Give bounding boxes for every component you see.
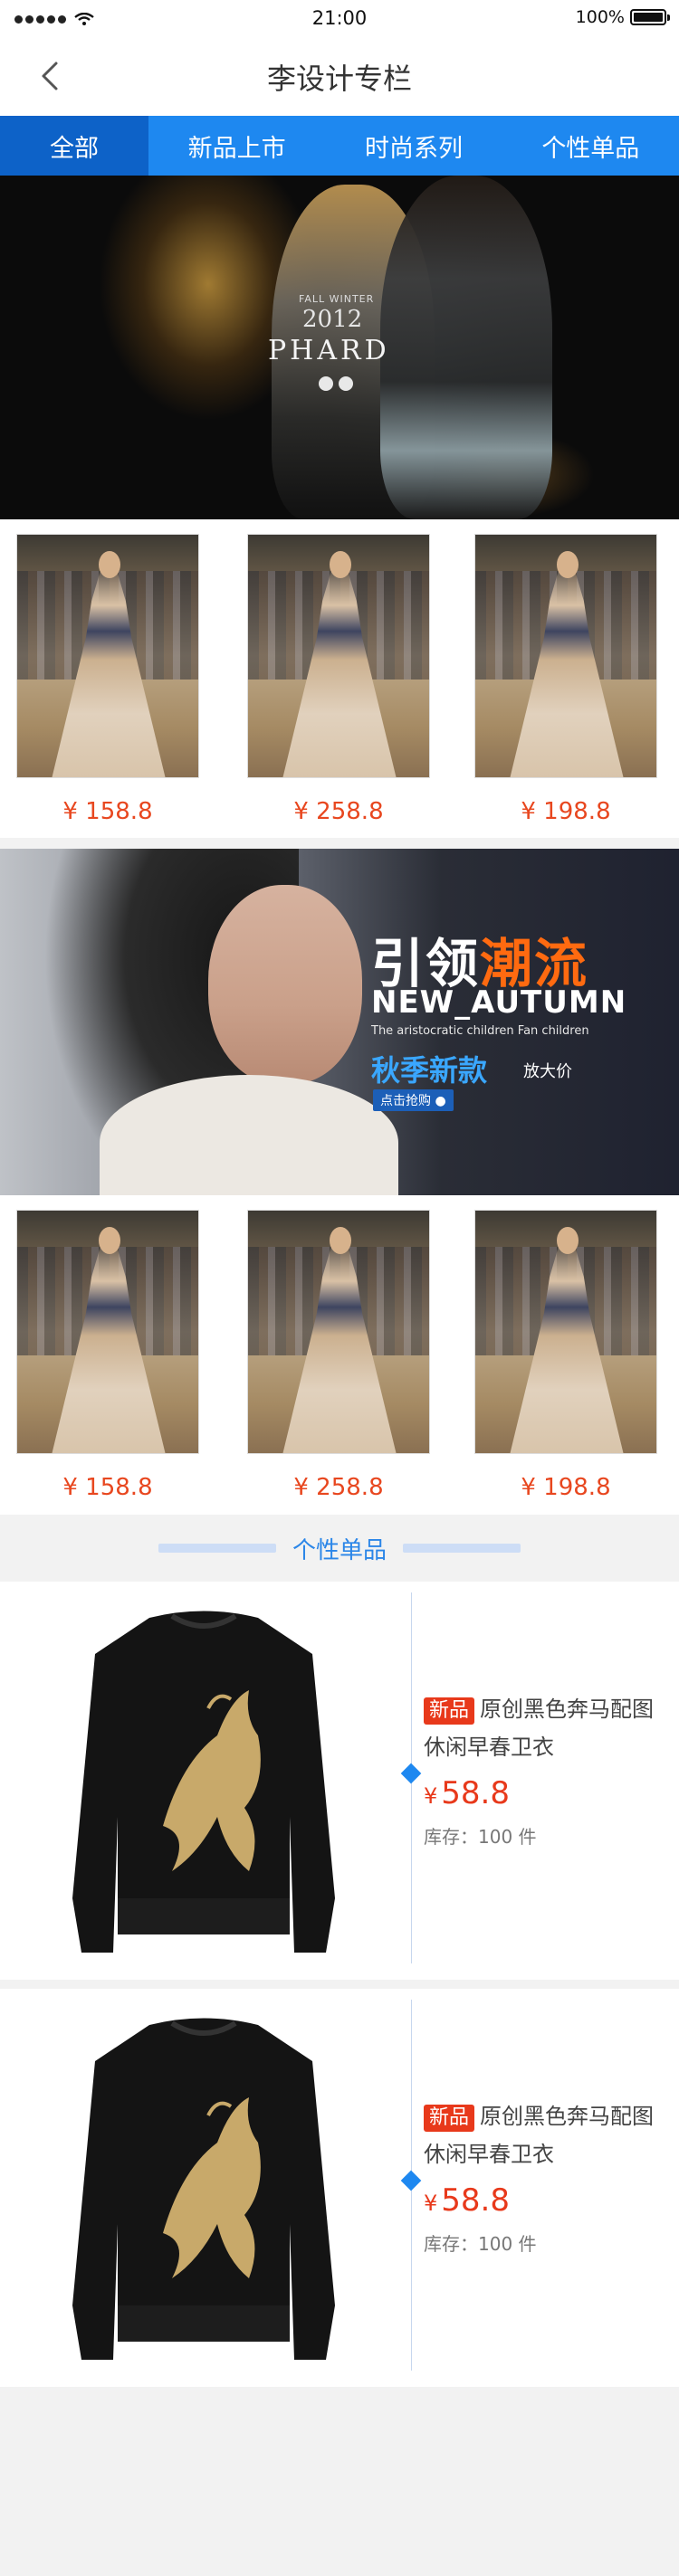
banner-year: 2012 <box>302 306 363 333</box>
product-name: 新品 原创黑色奔马配图休闲早春卫衣 <box>424 1690 668 1766</box>
price-value: 58.8 <box>441 2182 510 2219</box>
battery-icon <box>630 9 670 25</box>
section-heading: 个性单品 <box>0 1515 679 1582</box>
battery-indicator: 100% <box>575 7 670 27</box>
weibo-icon <box>339 376 353 391</box>
product-price: ¥ 198.8 <box>521 798 611 825</box>
promo-banner-phard[interactable]: FALL WINTER 2012 PHARD <box>0 176 679 519</box>
tab-unique-items[interactable]: 个性单品 <box>502 116 679 176</box>
page-title: 李设计专栏 <box>266 62 412 96</box>
product-card[interactable]: ¥ 158.8 <box>16 1210 199 1501</box>
nav-bar: 李设计专栏 <box>0 36 679 116</box>
product-info: 新品 原创黑色奔马配图休闲早春卫衣 ¥58.8 库存：100 件 <box>424 2097 668 2256</box>
heading-divider <box>403 1544 521 1553</box>
new-badge: 新品 <box>424 1697 475 1725</box>
social-icons <box>319 376 353 391</box>
product-stock: 库存：100 件 <box>424 2233 537 2255</box>
banner-brand: PHARD <box>268 335 390 366</box>
promo-banner-autumn[interactable]: 引领潮流 NEW_AUTUMN The aristocratic childre… <box>0 849 679 1195</box>
facebook-icon <box>319 376 333 391</box>
product-price: ¥ 158.8 <box>62 798 153 825</box>
model-figure <box>208 885 362 1084</box>
product-grid: ¥ 158.8 ¥ 258.8 ¥ 198.8 <box>0 1195 679 1515</box>
page-background <box>0 2387 679 2576</box>
product-image <box>16 534 199 778</box>
banner-headline-en: NEW_AUTUMN <box>371 984 627 1021</box>
currency-symbol: ¥ <box>424 1783 438 1809</box>
product-card[interactable]: ¥ 198.8 <box>474 1210 657 1501</box>
model-figure <box>380 176 552 519</box>
status-bar: 21:00 100% <box>0 0 679 36</box>
banner-autumn-label: 秋季新款 <box>371 1053 488 1088</box>
product-image <box>474 1210 657 1454</box>
timeline-marker <box>400 1763 422 1784</box>
tab-all[interactable]: 全部 <box>0 116 148 176</box>
new-badge: 新品 <box>424 2105 475 2132</box>
product-image <box>247 534 430 778</box>
product-price: ¥58.8 <box>424 2182 668 2219</box>
product-price: ¥ 258.8 <box>293 1474 384 1501</box>
timeline-marker <box>400 2170 422 2191</box>
product-image <box>474 534 657 778</box>
product-image <box>16 1210 199 1454</box>
section-title: 个性单品 <box>292 1536 387 1564</box>
battery-fill <box>634 13 663 22</box>
product-card[interactable]: ¥ 258.8 <box>247 1210 430 1501</box>
banner-cta-button[interactable]: 点击抢购 ● <box>373 1089 454 1111</box>
banner-discount-label: 放大价 <box>523 1062 572 1081</box>
banner-season: FALL WINTER <box>299 293 375 305</box>
currency-symbol: ¥ <box>424 2191 438 2216</box>
product-name: 新品 原创黑色奔马配图休闲早春卫衣 <box>424 2097 668 2173</box>
product-card[interactable]: ¥ 198.8 <box>474 534 657 825</box>
category-tabs: 全部 新品上市 时尚系列 个性单品 <box>0 116 679 176</box>
tab-new-arrivals[interactable]: 新品上市 <box>148 116 325 176</box>
battery-percent: 100% <box>575 7 625 27</box>
product-price: ¥ 258.8 <box>293 798 384 825</box>
jacket-image <box>72 1611 335 1953</box>
product-price: ¥58.8 <box>424 1775 668 1811</box>
tab-fashion-series[interactable]: 时尚系列 <box>325 116 502 176</box>
price-value: 58.8 <box>441 1775 510 1811</box>
product-stock: 库存：100 件 <box>424 1826 537 1848</box>
feature-product-card[interactable]: 新品 原创黑色奔马配图休闲早春卫衣 ¥58.8 库存：100 件 <box>0 1989 679 2387</box>
product-grid: ¥ 158.8 ¥ 258.8 ¥ 198.8 <box>0 519 679 838</box>
product-price: ¥ 198.8 <box>521 1474 611 1501</box>
product-info: 新品 原创黑色奔马配图休闲早春卫衣 ¥58.8 库存：100 件 <box>424 1690 668 1849</box>
product-card[interactable]: ¥ 258.8 <box>247 534 430 825</box>
heading-divider <box>158 1544 276 1553</box>
product-price: ¥ 158.8 <box>62 1474 153 1501</box>
jacket-image <box>72 2018 335 2360</box>
product-image <box>247 1210 430 1454</box>
product-card[interactable]: ¥ 158.8 <box>16 534 199 825</box>
feature-product-card[interactable]: 新品 原创黑色奔马配图休闲早春卫衣 ¥58.8 库存：100 件 <box>0 1582 679 1980</box>
banner-subline: The aristocratic children Fan children <box>371 1024 589 1038</box>
